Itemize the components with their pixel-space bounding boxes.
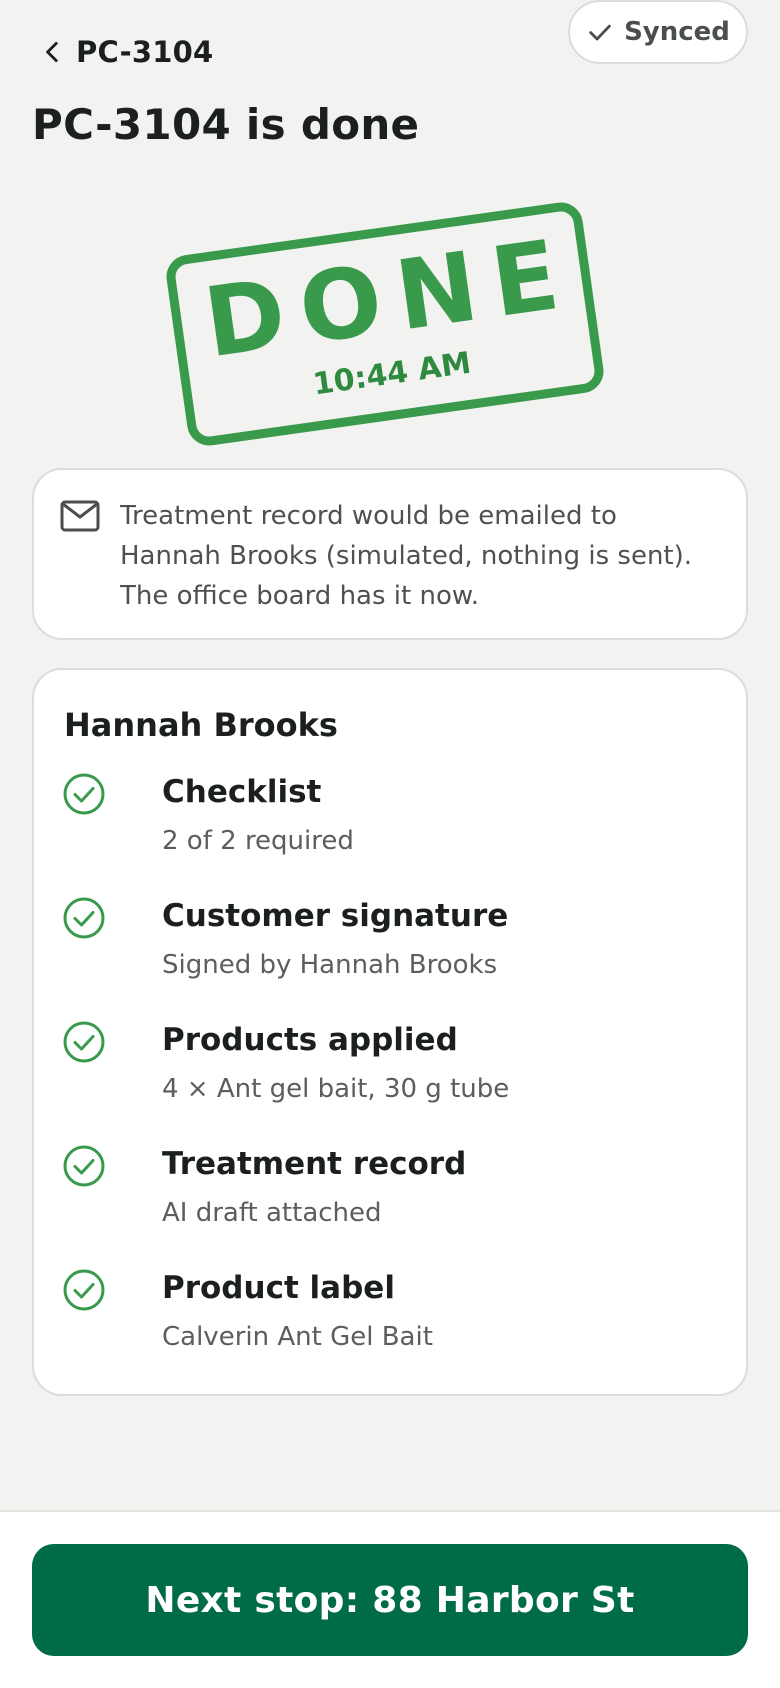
next-stop-label: Next stop: 88 Harbor St [145, 1579, 635, 1621]
summary-item-title: Product label [162, 1270, 395, 1306]
summary-item-title: Checklist [162, 774, 322, 810]
stamp-word: DONE [197, 216, 581, 379]
summary-item-title: Treatment record [162, 1146, 467, 1182]
back-label: PC-3104 [76, 35, 214, 69]
check-circle-icon [63, 1145, 105, 1187]
summary-item-treatment-record: Treatment record AI draft attached [62, 1140, 722, 1240]
check-circle-icon [63, 1269, 105, 1311]
summary-item-title: Customer signature [162, 898, 509, 934]
bottom-action-bar: Next stop: 88 Harbor St [0, 1510, 780, 1688]
check-circle-icon [63, 773, 105, 815]
checkmark-icon [589, 24, 611, 41]
sync-status-badge: Synced [568, 0, 748, 64]
email-notice-card: Treatment record would be emailed to Han… [32, 468, 748, 640]
summary-item-subtitle: 2 of 2 required [162, 826, 354, 856]
summary-item-product-label: Product label Calverin Ant Gel Bait [62, 1264, 722, 1364]
check-circle-icon [63, 897, 105, 939]
check-circle-icon [63, 1021, 105, 1063]
customer-name: Hannah Brooks [64, 706, 338, 744]
back-button[interactable]: PC-3104 [40, 30, 213, 74]
notice-text: Treatment record would be emailed to Han… [120, 501, 693, 611]
summary-item-products: Products applied 4 × Ant gel bait, 30 g … [62, 1016, 722, 1116]
next-stop-button[interactable]: Next stop: 88 Harbor St [32, 1544, 748, 1656]
summary-item-title: Products applied [162, 1022, 458, 1058]
page-title: PC-3104 is done [32, 100, 420, 149]
summary-item-subtitle: 4 × Ant gel bait, 30 g tube [162, 1074, 510, 1104]
chevron-left-icon [46, 41, 58, 63]
summary-item-signature: Customer signature Signed by Hannah Broo… [62, 892, 722, 992]
done-stamp: DONE 10:44 AM [163, 199, 607, 449]
job-summary-card: Hannah Brooks Checklist 2 of 2 required … [32, 668, 748, 1396]
job-complete-screen: PC-3104 Synced PC-3104 is done DONE 10:4… [0, 0, 780, 1688]
summary-item-checklist: Checklist 2 of 2 required [62, 768, 722, 868]
summary-item-subtitle: AI draft attached [162, 1198, 382, 1228]
mail-icon [60, 500, 100, 532]
summary-item-subtitle: Signed by Hannah Brooks [162, 950, 498, 980]
sync-status-label: Synced [624, 17, 730, 47]
summary-item-subtitle: Calverin Ant Gel Bait [162, 1322, 433, 1352]
